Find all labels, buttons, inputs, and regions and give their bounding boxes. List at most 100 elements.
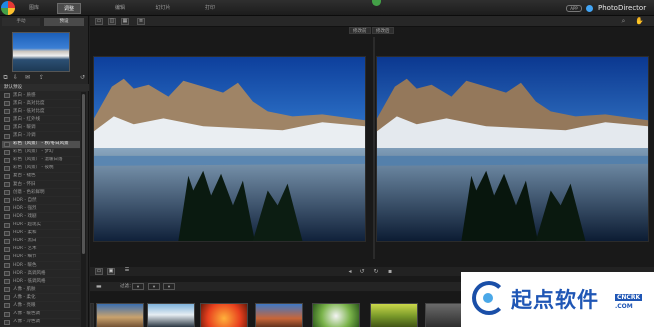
app-logo-icon[interactable]	[1, 1, 15, 15]
tab-print[interactable]: 打印	[200, 3, 220, 14]
preset-thumb-icon	[4, 173, 10, 179]
preset-thumb-icon	[4, 101, 10, 107]
preset-item[interactable]: HDR - 暖色	[2, 262, 80, 271]
preset-label: 人像 - 冷色调	[13, 319, 40, 325]
preset-item[interactable]: 黑白 - 冷调	[2, 132, 80, 141]
preset-item[interactable]: 人像 - 肌肤	[2, 286, 80, 295]
photo-before[interactable]	[93, 56, 366, 242]
photodirector-window: 图库 调整 编辑 幻灯片 打印 APP PhotoDirector 手动 预设 …	[0, 0, 654, 327]
preset-item[interactable]: 黑白 - 低对比度	[2, 108, 80, 117]
preset-label: 黑白 - 红外线	[13, 116, 40, 122]
preset-label: 彩色（风景） - 梦幻	[13, 149, 54, 155]
fit-view-icon[interactable]: ▭	[95, 268, 103, 275]
tab-presets[interactable]: 预设	[44, 18, 84, 26]
import-icon[interactable]: ⇩	[12, 74, 19, 81]
fullscreen-icon[interactable]: ▣	[107, 268, 115, 275]
preset-item[interactable]: HDR - 超现实	[2, 222, 80, 230]
preset-thumb-icon	[4, 246, 10, 252]
rotate-right-icon[interactable]: ↻	[372, 268, 380, 275]
preset-item[interactable]: HDR - 戏剧	[2, 213, 80, 222]
brand-badge: APP	[566, 5, 582, 12]
preset-thumb-icon	[4, 206, 10, 212]
preset-item[interactable]: 彩色（风景） - 夜晚	[2, 165, 80, 173]
preset-thumb-icon	[4, 165, 10, 171]
film-thumb[interactable]	[200, 303, 248, 327]
top-bar: 图库 调整 编辑 幻灯片 打印 APP PhotoDirector	[0, 0, 654, 16]
preset-item[interactable]: 黑白 - 高对比度	[2, 100, 80, 109]
grid-view-icon[interactable]: ▦	[121, 18, 129, 25]
film-thumb[interactable]	[147, 303, 195, 327]
preset-label: HDR - 柔和	[13, 230, 37, 236]
preset-item[interactable]: 黑白 - 红外线	[2, 116, 80, 125]
preset-toolbar: ⧉ ⇩ ✉ ⇪ ↺	[0, 73, 89, 83]
film-thumb[interactable]	[370, 303, 418, 327]
preset-item[interactable]: 人像 - 冷色调	[2, 319, 80, 327]
film-thumb[interactable]	[255, 303, 303, 327]
list-icon[interactable]: ☰	[123, 268, 131, 275]
preset-thumb-icon	[4, 149, 10, 155]
preset-item[interactable]: 彩色（风景） - 梦幻	[2, 149, 80, 157]
preset-scrollbar[interactable]	[81, 92, 86, 327]
scrollbar-thumb[interactable]	[82, 94, 85, 254]
preset-label: 人像 - 暖色调	[13, 311, 40, 317]
preset-item[interactable]: 人像 - 暖色调	[2, 311, 80, 319]
panel-tabs: 手动 预设	[0, 18, 89, 27]
preset-item[interactable]: 创意 - 色彩鲜明	[2, 189, 80, 198]
preset-item[interactable]: HDR - 细节	[2, 254, 80, 262]
rating-filter-dropdown[interactable]: ▾	[163, 283, 175, 290]
preset-item[interactable]: HDR - 艺术	[2, 246, 80, 254]
preset-item[interactable]: HDR - 低调风格	[2, 278, 80, 287]
share-icon[interactable]: ⇪	[38, 74, 45, 81]
tab-manual[interactable]: 手动	[2, 18, 40, 26]
tab-library[interactable]: 图库	[22, 3, 46, 14]
filter-dropdown[interactable]: ▾	[132, 283, 144, 290]
preset-item[interactable]: 黑白 - 质感	[2, 92, 80, 101]
tab-adjust[interactable]: 调整	[57, 3, 81, 14]
preset-item[interactable]: 人像 - 柔化	[2, 294, 80, 303]
filmstrip-menu-icon[interactable]: ▬	[96, 283, 102, 290]
photo-after[interactable]	[376, 56, 649, 242]
film-thumb[interactable]	[96, 303, 144, 327]
preset-item[interactable]: HDR - 柔和	[2, 230, 80, 238]
hand-tool-icon[interactable]: ✋	[635, 18, 644, 25]
preset-label: 黑白 - 冷调	[13, 133, 36, 139]
preset-thumb-icon	[4, 271, 10, 277]
preset-label: 黑白 - 暖调	[13, 124, 36, 130]
volume-icon[interactable]: ◂	[346, 268, 354, 275]
single-view-icon[interactable]: ▭	[95, 18, 103, 25]
preset-thumb-icon	[4, 133, 10, 139]
reset-icon[interactable]: ↺	[79, 74, 86, 81]
film-thumb[interactable]	[312, 303, 360, 327]
preset-thumb-icon	[4, 287, 10, 293]
preset-label: HDR - 强烈	[13, 205, 37, 211]
preset-item[interactable]: 人像 - 亮眼	[2, 302, 80, 311]
default-presets-header[interactable]: 默认预设	[0, 84, 89, 91]
flag-filter-dropdown[interactable]: ▾	[148, 283, 160, 290]
tab-edit[interactable]: 编辑	[110, 3, 130, 14]
filmstrip-toggle-icon[interactable]: ≡	[137, 18, 145, 25]
search-icon[interactable]: ⌕	[620, 18, 627, 25]
tab-slideshow[interactable]: 幻灯片	[150, 3, 176, 14]
preset-label: 人像 - 亮眼	[13, 302, 36, 308]
preset-item[interactable]: HDR - 自然	[2, 197, 80, 206]
chat-icon[interactable]: ✉	[24, 74, 31, 81]
preset-thumb-icon	[4, 117, 10, 123]
copy-icon[interactable]: ⧉	[2, 74, 9, 81]
preset-item[interactable]: HDR - 强烈	[2, 205, 80, 214]
preset-item[interactable]: 彩色（风景） - 温暖日落	[2, 157, 80, 165]
preset-label: HDR - 黑白	[13, 238, 37, 244]
rotate-left-icon[interactable]: ↺	[358, 268, 366, 275]
site-watermark: 起点软件 CNCRK .COM	[461, 272, 654, 327]
preset-item[interactable]: 复古 - 怀旧	[2, 181, 80, 190]
preset-thumb-icon	[4, 182, 10, 188]
preset-item[interactable]: HDR - 黑白	[2, 238, 80, 246]
compare-view-icon[interactable]: ◫	[108, 18, 116, 25]
preset-item[interactable]: 彩色（风景） - 秋/冬日风景	[2, 140, 80, 149]
preset-item[interactable]: HDR - 高调风格	[2, 270, 80, 279]
film-thumb[interactable]	[90, 303, 94, 327]
preset-item[interactable]: 复古 - 褪色	[2, 173, 80, 182]
delete-icon[interactable]: ▪	[386, 268, 394, 275]
compare-divider[interactable]	[373, 37, 375, 259]
preset-item[interactable]: 黑白 - 暖调	[2, 124, 80, 133]
preset-thumb-icon	[4, 230, 10, 236]
